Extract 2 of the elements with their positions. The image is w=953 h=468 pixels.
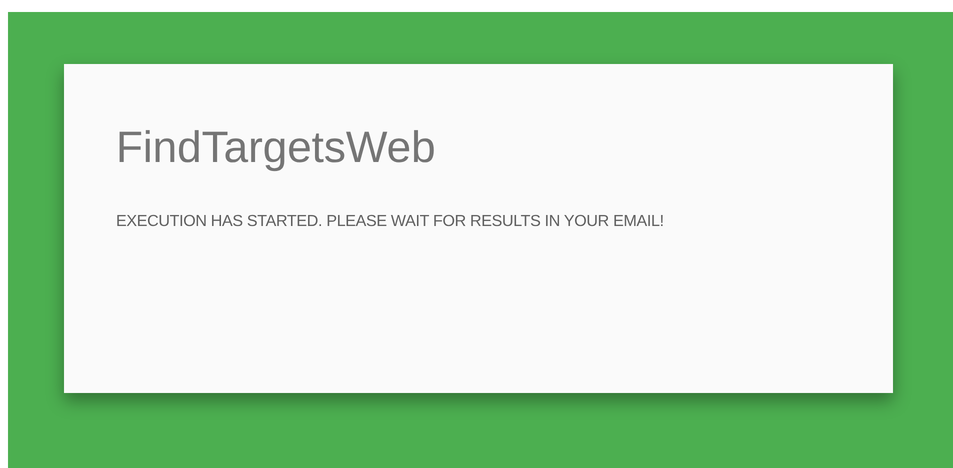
- status-message: EXECUTION HAS STARTED. PLEASE WAIT FOR RESULTS IN YOUR EMAIL!: [116, 212, 665, 232]
- app-title: FindTargetsWeb: [116, 122, 436, 174]
